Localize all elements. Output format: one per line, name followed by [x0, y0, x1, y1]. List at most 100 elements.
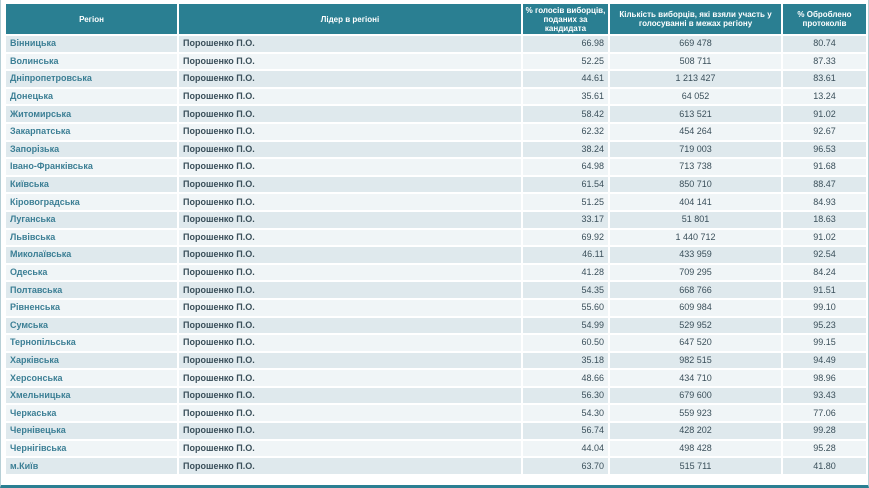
voters-cell: 1 440 712 [610, 229, 781, 246]
processed-cell: 41.80 [783, 458, 866, 474]
header-voters-count[interactable]: Кількість виборців, які взяли участь у г… [610, 4, 781, 34]
leader-cell: Порошенко П.О. [179, 194, 521, 210]
voters-cell: 404 141 [610, 194, 781, 210]
processed-cell: 88.47 [783, 176, 866, 193]
leader-cell: Порошенко П.О. [179, 176, 521, 193]
leader-cell: Порошенко П.О. [179, 458, 521, 474]
voters-cell: 1 213 427 [610, 71, 781, 87]
region-cell: Житомирська [6, 106, 177, 122]
table-row: Черкаська Порошенко П.О. 54.30 559 923 77.06 [6, 405, 866, 422]
table-row: Закарпатська Порошенко П.О. 62.32 454 264 92… [6, 123, 866, 140]
percent-cell: 38.24 [523, 141, 608, 158]
voters-cell: 719 003 [610, 141, 781, 158]
region-cell: Сумська [6, 317, 177, 334]
region-cell: Хмельницька [6, 387, 177, 404]
region-cell: Вінницька [6, 36, 177, 52]
region-cell: Полтавська [6, 282, 177, 298]
leader-cell: Порошенко П.О. [179, 53, 521, 70]
region-cell: Черкаська [6, 405, 177, 422]
region-cell: Донецька [6, 88, 177, 105]
processed-cell: 87.33 [783, 53, 866, 70]
percent-cell: 44.04 [523, 440, 608, 457]
region-cell: Рівненська [6, 299, 177, 316]
table-row: Луганська Порошенко П.О. 33.17 51 801 18.63 [6, 211, 866, 228]
processed-cell: 92.67 [783, 123, 866, 140]
table-row: Харківська Порошенко П.О. 35.18 982 515 94.4… [6, 352, 866, 369]
processed-cell: 96.53 [783, 141, 866, 158]
percent-cell: 58.42 [523, 106, 608, 122]
region-cell: Волинська [6, 53, 177, 70]
processed-cell: 94.49 [783, 352, 866, 369]
processed-cell: 98.96 [783, 370, 866, 386]
header-processed[interactable]: % Оброблено протоколів [783, 4, 866, 34]
table-row: Івано-Франківська Порошенко П.О. 64.98 713 … [6, 159, 866, 175]
processed-cell: 13.24 [783, 88, 866, 105]
voters-cell: 454 264 [610, 123, 781, 140]
leader-cell: Порошенко П.О. [179, 423, 521, 439]
table-row: Чернігівська Порошенко П.О. 44.04 498 428 95… [6, 440, 866, 457]
table-row: м.Київ Порошенко П.О. 63.70 515 711 41.80 [6, 458, 866, 474]
region-cell: Чернігівська [6, 440, 177, 457]
table-row: Львівська Порошенко П.О. 69.92 1 440 712 91.… [6, 229, 866, 246]
processed-cell: 99.10 [783, 299, 866, 316]
results-table: Регіон Лідер в регіоні % голосів виборці… [4, 2, 868, 476]
table-header-row: Регіон Лідер в регіоні % голосів виборці… [6, 4, 866, 34]
percent-cell: 66.98 [523, 36, 608, 52]
results-panel: Регіон Лідер в регіоні % голосів виборці… [0, 0, 869, 488]
processed-cell: 95.28 [783, 440, 866, 457]
processed-cell: 91.68 [783, 159, 866, 175]
voters-cell: 498 428 [610, 440, 781, 457]
region-cell: Запорізька [6, 141, 177, 158]
region-cell: Кіровоградська [6, 194, 177, 210]
region-cell: Львівська [6, 229, 177, 246]
table-row: Донецька Порошенко П.О. 35.61 64 052 13.24 [6, 88, 866, 105]
header-percent-votes[interactable]: % голосів виборців, поданих за кандидата [523, 4, 608, 34]
processed-cell: 99.15 [783, 335, 866, 351]
percent-cell: 61.54 [523, 176, 608, 193]
voters-cell: 679 600 [610, 387, 781, 404]
table-row: Київська Порошенко П.О. 61.54 850 710 88.47 [6, 176, 866, 193]
processed-cell: 92.54 [783, 247, 866, 263]
header-region[interactable]: Регіон [6, 4, 177, 34]
leader-cell: Порошенко П.О. [179, 335, 521, 351]
percent-cell: 64.98 [523, 159, 608, 175]
region-cell: Чернівецька [6, 423, 177, 439]
table-row: Кіровоградська Порошенко П.О. 51.25 404 141… [6, 194, 866, 210]
leader-cell: Порошенко П.О. [179, 36, 521, 52]
region-cell: Закарпатська [6, 123, 177, 140]
table-row: Волинська Порошенко П.О. 52.25 508 711 87.33 [6, 53, 866, 70]
percent-cell: 44.61 [523, 71, 608, 87]
processed-cell: 84.93 [783, 194, 866, 210]
percent-cell: 63.70 [523, 458, 608, 474]
table-row: Полтавська Порошенко П.О. 54.35 668 766 91.5… [6, 282, 866, 298]
header-leader[interactable]: Лідер в регіоні [179, 4, 521, 34]
table-row: Рівненська Порошенко П.О. 55.60 609 984 99.1… [6, 299, 866, 316]
percent-cell: 54.99 [523, 317, 608, 334]
percent-cell: 41.28 [523, 264, 608, 281]
voters-cell: 669 478 [610, 36, 781, 52]
processed-cell: 91.02 [783, 229, 866, 246]
processed-cell: 93.43 [783, 387, 866, 404]
processed-cell: 80.74 [783, 36, 866, 52]
voters-cell: 529 952 [610, 317, 781, 334]
region-cell: Івано-Франківська [6, 159, 177, 175]
voters-cell: 433 959 [610, 247, 781, 263]
leader-cell: Порошенко П.О. [179, 440, 521, 457]
percent-cell: 46.11 [523, 247, 608, 263]
table-row: Чернівецька Порошенко П.О. 56.74 428 202 99.… [6, 423, 866, 439]
region-cell: Херсонська [6, 370, 177, 386]
percent-cell: 55.60 [523, 299, 608, 316]
table-row: Хмельницька Порошенко П.О. 56.30 679 600 93.… [6, 387, 866, 404]
leader-cell: Порошенко П.О. [179, 229, 521, 246]
percent-cell: 54.35 [523, 282, 608, 298]
leader-cell: Порошенко П.О. [179, 106, 521, 122]
table-row: Сумська Порошенко П.О. 54.99 529 952 95.23 [6, 317, 866, 334]
leader-cell: Порошенко П.О. [179, 123, 521, 140]
table-row: Херсонська Порошенко П.О. 48.66 434 710 98.9… [6, 370, 866, 386]
leader-cell: Порошенко П.О. [179, 141, 521, 158]
percent-cell: 56.30 [523, 387, 608, 404]
leader-cell: Порошенко П.О. [179, 387, 521, 404]
region-cell: Тернопільська [6, 335, 177, 351]
table-row: Вінницька Порошенко П.О. 66.98 669 478 80.74 [6, 36, 866, 52]
processed-cell: 95.23 [783, 317, 866, 334]
